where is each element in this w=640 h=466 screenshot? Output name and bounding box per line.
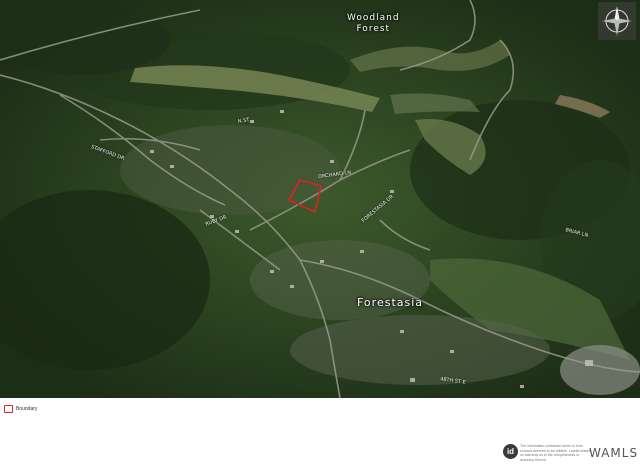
legend-label: Boundary xyxy=(16,406,38,412)
footer: id The information contained herein is f… xyxy=(503,444,637,464)
map-legend: Boundary xyxy=(4,405,37,413)
boundary-legend-swatch xyxy=(4,405,13,413)
wamls-brand: WAMLS xyxy=(589,446,639,460)
compass-rose-icon xyxy=(598,2,636,40)
satellite-imagery xyxy=(0,0,640,398)
place-label-woodland-forest: Woodland Forest xyxy=(347,13,400,34)
disclaimer-text: The information contained herein is from… xyxy=(520,444,591,462)
aerial-map[interactable]: Woodland Forest Forestasia ORCHARD LN FO… xyxy=(0,0,640,398)
landid-logo: id xyxy=(503,444,518,459)
place-label-forestasia: Forestasia xyxy=(357,296,424,309)
